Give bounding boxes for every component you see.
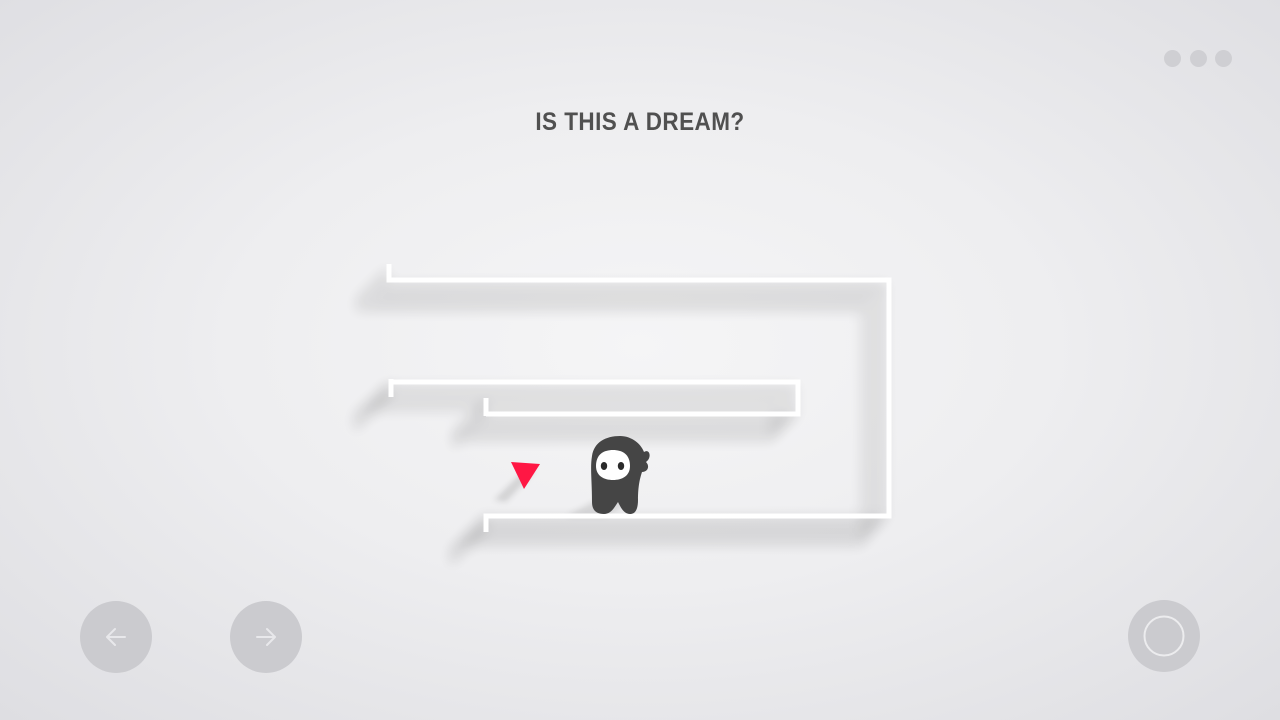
move-right-button[interactable] — [230, 601, 302, 673]
ring-icon — [1143, 615, 1185, 657]
game-board — [354, 264, 892, 566]
action-button[interactable] — [1128, 600, 1200, 672]
arrow-left-icon — [106, 628, 126, 646]
move-left-button[interactable] — [80, 601, 152, 673]
ninja-character — [591, 436, 650, 514]
arrow-right-icon — [256, 628, 276, 646]
